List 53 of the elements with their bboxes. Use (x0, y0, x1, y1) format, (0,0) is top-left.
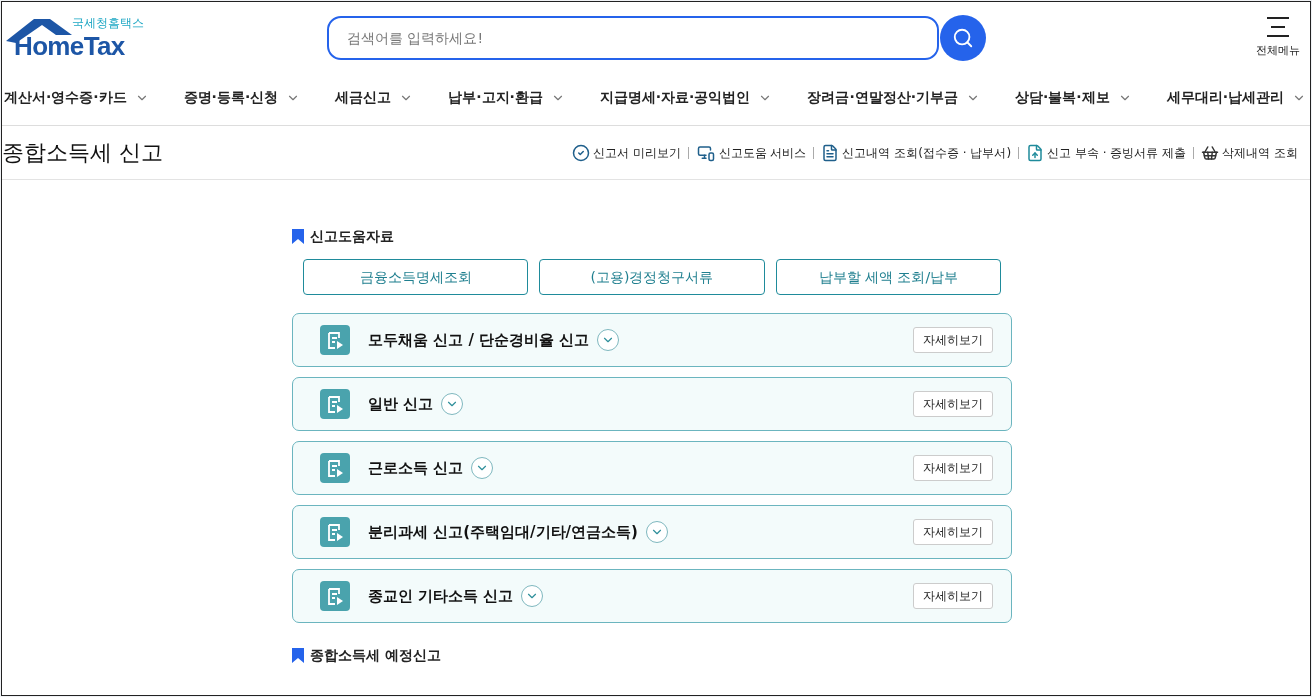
document-icon (320, 517, 350, 547)
details-button[interactable]: 자세히보기 (913, 583, 993, 609)
help-link-button[interactable]: (고용)경정청구서류 (539, 259, 765, 295)
check-circle-icon (571, 143, 590, 162)
nav-menu-item[interactable]: 지급명세·자료·공익법인 (599, 87, 773, 108)
document-icon (821, 143, 840, 162)
nav-menu-item[interactable]: 상담·불복·제보 (1015, 87, 1132, 108)
details-button[interactable]: 자세히보기 (913, 519, 993, 545)
expand-toggle[interactable] (441, 393, 464, 415)
section-title: 신고도움자료 (310, 227, 394, 246)
nav-menu-item[interactable]: 세금신고 (335, 87, 414, 108)
nav-menu-item[interactable]: 세무대리·납세관리 (1166, 87, 1306, 108)
details-button[interactable]: 자세히보기 (913, 327, 993, 353)
basket-icon (1201, 143, 1220, 162)
document-icon (320, 453, 350, 483)
full-menu-button[interactable]: 전체메뉴 (1256, 16, 1300, 60)
expand-toggle[interactable] (597, 329, 620, 351)
search-button[interactable] (940, 15, 986, 61)
search-field[interactable]: 검색어를 입력하세요! (327, 16, 939, 60)
nav-menu-item[interactable]: 증명·등록·신청 (183, 87, 301, 108)
filing-title: 모두채움 신고 / 단순경비율 신고 (368, 329, 590, 351)
page-title: 종합소득세 신고 (2, 139, 163, 167)
monitor-icon (695, 143, 716, 162)
filing-title: 종교인 기타소득 신고 (368, 585, 514, 607)
help-link-button[interactable]: 납부할 세액 조회/납부 (775, 259, 1001, 295)
bookmark-icon (292, 648, 304, 663)
expand-toggle[interactable] (471, 457, 494, 479)
nav-menu-item[interactable]: 납부·고지·환급 (448, 87, 565, 108)
toolbar-link[interactable]: 삭제내역 조회 (1201, 143, 1298, 162)
search-icon (952, 27, 974, 49)
logo-text: HomeTax (14, 33, 125, 59)
expand-toggle[interactable] (645, 521, 668, 543)
menu-icon (1265, 16, 1291, 37)
document-icon (320, 389, 350, 419)
toolbar-link[interactable]: 신고 부속 · 증빙서류 제출 (1026, 143, 1187, 162)
help-link-button[interactable]: 금융소득명세조회 (303, 259, 529, 295)
nav-menu-item[interactable]: 장려금·연말정산·기부금 (807, 87, 981, 108)
bookmark-icon (292, 229, 304, 244)
filing-title: 일반 신고 (368, 393, 434, 415)
document-icon (320, 325, 350, 355)
document-icon (320, 581, 350, 611)
nav-menu-item[interactable]: 계산서·영수증·카드 (4, 87, 149, 108)
details-button[interactable]: 자세히보기 (913, 455, 993, 481)
filing-title: 근로소득 신고 (368, 457, 464, 479)
filing-title: 분리과세 신고(주택임대/기타/연금소득) (368, 521, 638, 543)
toolbar-link[interactable]: 신고도움 서비스 (695, 143, 807, 162)
toolbar-link[interactable]: 신고서 미리보기 (571, 143, 681, 162)
expand-toggle[interactable] (521, 585, 544, 607)
section-title: 종합소득세 예정신고 (310, 646, 441, 665)
details-button[interactable]: 자세히보기 (913, 391, 993, 417)
document-upload-icon (1026, 143, 1045, 162)
toolbar-link[interactable]: 신고내역 조회(접수증 · 납부서) (821, 143, 1012, 162)
logo-caption: 국세청홈택스 (72, 17, 144, 29)
